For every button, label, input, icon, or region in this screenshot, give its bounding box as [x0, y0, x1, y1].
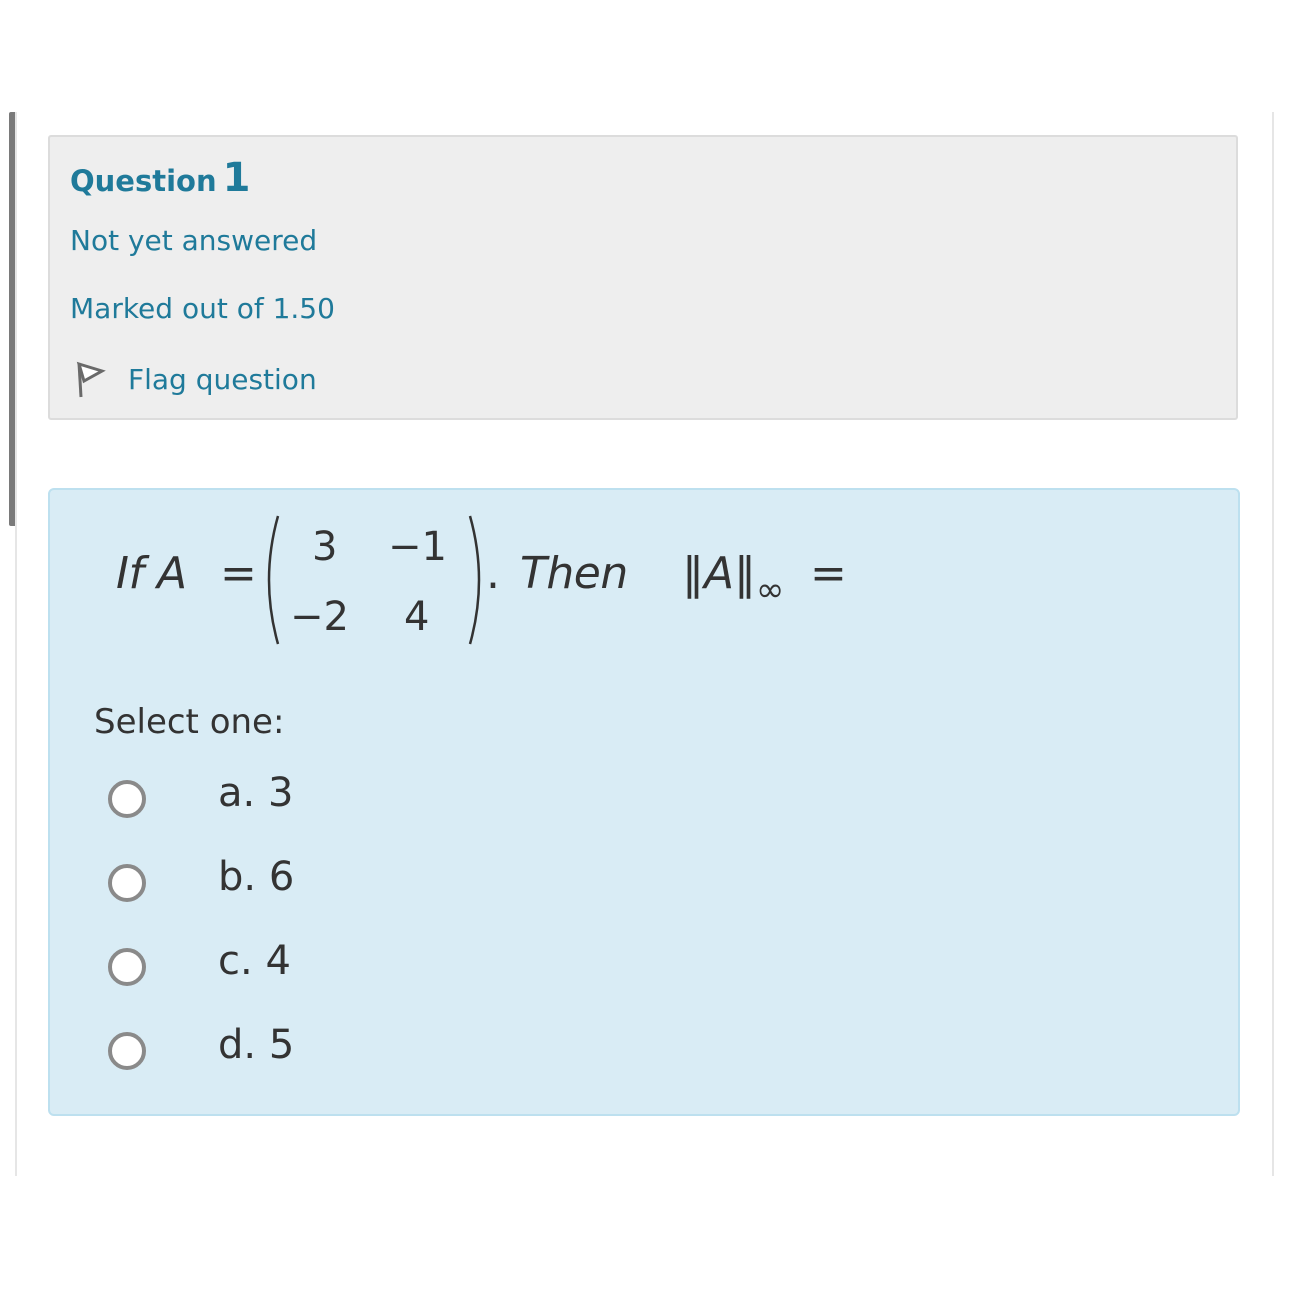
- question-state: Not yet answered: [70, 224, 318, 257]
- matrix-cell-2-2: 4: [404, 594, 430, 640]
- trailing-equals-sign: =: [810, 548, 847, 599]
- page-left-border: [15, 112, 17, 1176]
- radio-unchecked-icon[interactable]: [108, 1032, 146, 1070]
- question-number: 1: [222, 155, 251, 201]
- question-prefix: If A: [116, 548, 187, 599]
- option-label: c. 4: [218, 938, 291, 984]
- norm-variable: A: [704, 548, 734, 599]
- flag-icon: [72, 359, 108, 399]
- flag-question-link[interactable]: Flag question: [72, 359, 317, 399]
- period: .: [486, 548, 500, 599]
- then-word: Then: [520, 548, 628, 599]
- answer-option-b[interactable]: b. 6: [108, 854, 508, 918]
- norm-open-bars: ‖: [682, 548, 704, 599]
- page-right-border: [1272, 112, 1274, 1176]
- question-label: Question: [70, 164, 217, 198]
- question-content: If A = 3 −1 −2 4 . Then ‖ A ‖ ∞ = Select…: [48, 488, 1240, 1116]
- question-grade: Marked out of 1.50: [70, 292, 335, 325]
- answer-option-a[interactable]: a. 3: [108, 770, 508, 834]
- answer-option-c[interactable]: c. 4: [108, 938, 508, 1002]
- left-paren: [267, 515, 280, 645]
- equals-sign: =: [220, 548, 257, 599]
- matrix-cell-1-2: −1: [388, 524, 447, 570]
- answer-option-d[interactable]: d. 5: [108, 1022, 508, 1086]
- matrix-cell-2-1: −2: [290, 594, 349, 640]
- option-label: d. 5: [218, 1022, 295, 1068]
- option-label: a. 3: [218, 770, 294, 816]
- question-info-panel: Question 1 Not yet answered Marked out of…: [48, 135, 1238, 420]
- answer-prompt: Select one:: [94, 702, 285, 742]
- flag-question-label: Flag question: [128, 362, 317, 396]
- quiz-page: Question 1 Not yet answered Marked out of…: [0, 0, 1290, 1290]
- radio-unchecked-icon[interactable]: [108, 864, 146, 902]
- matrix-cell-1-1: 3: [312, 524, 338, 570]
- option-label: b. 6: [218, 854, 295, 900]
- question-heading: Question 1: [70, 155, 250, 201]
- norm-close-bars: ‖: [734, 548, 756, 599]
- radio-unchecked-icon[interactable]: [108, 780, 146, 818]
- infinity-subscript: ∞: [756, 570, 785, 610]
- radio-unchecked-icon[interactable]: [108, 948, 146, 986]
